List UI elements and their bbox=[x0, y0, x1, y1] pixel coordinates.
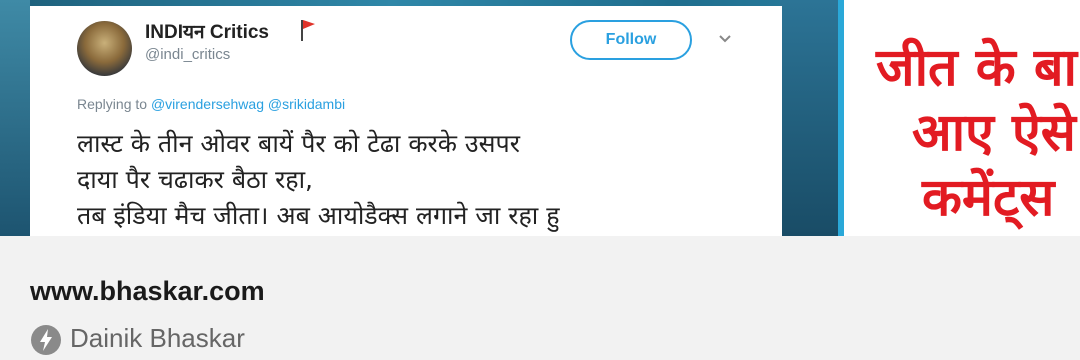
replying-users-link[interactable]: @virendersehwag @srikidambi bbox=[151, 96, 345, 112]
follow-button[interactable]: Follow bbox=[570, 20, 692, 60]
hero-background-left bbox=[0, 0, 30, 236]
amp-bolt-icon bbox=[31, 325, 61, 355]
chevron-down-icon[interactable] bbox=[718, 34, 732, 44]
source-name[interactable]: Dainik Bhaskar bbox=[70, 323, 245, 354]
replying-prefix: Replying to bbox=[77, 96, 148, 112]
tweet-text: लास्ट के तीन ओवर बायें पैर को टेढा करके … bbox=[77, 129, 560, 230]
headline-line-3: कमेंट्स bbox=[922, 168, 1055, 228]
article-hero-image[interactable]: INDIयन Critics @indi_critics Follow Repl… bbox=[0, 0, 1080, 236]
headline-panel: जीत के बा आए ऐसे कमेंट्स bbox=[838, 0, 1080, 236]
hero-background-middle bbox=[780, 0, 840, 236]
replying-to: Replying to @virendersehwag @srikidambi bbox=[77, 96, 345, 112]
avatar bbox=[77, 21, 132, 76]
site-url[interactable]: www.bhaskar.com bbox=[30, 276, 265, 307]
tweet-display-name: INDIयन Critics bbox=[145, 22, 269, 43]
tweet-card: INDIयन Critics @indi_critics Follow Repl… bbox=[30, 6, 782, 236]
headline-line-2: आए ऐसे bbox=[912, 103, 1076, 163]
tweet-handle: @indi_critics bbox=[145, 46, 231, 63]
flag-icon bbox=[301, 20, 315, 41]
headline-line-1: जीत के बा bbox=[876, 38, 1077, 98]
